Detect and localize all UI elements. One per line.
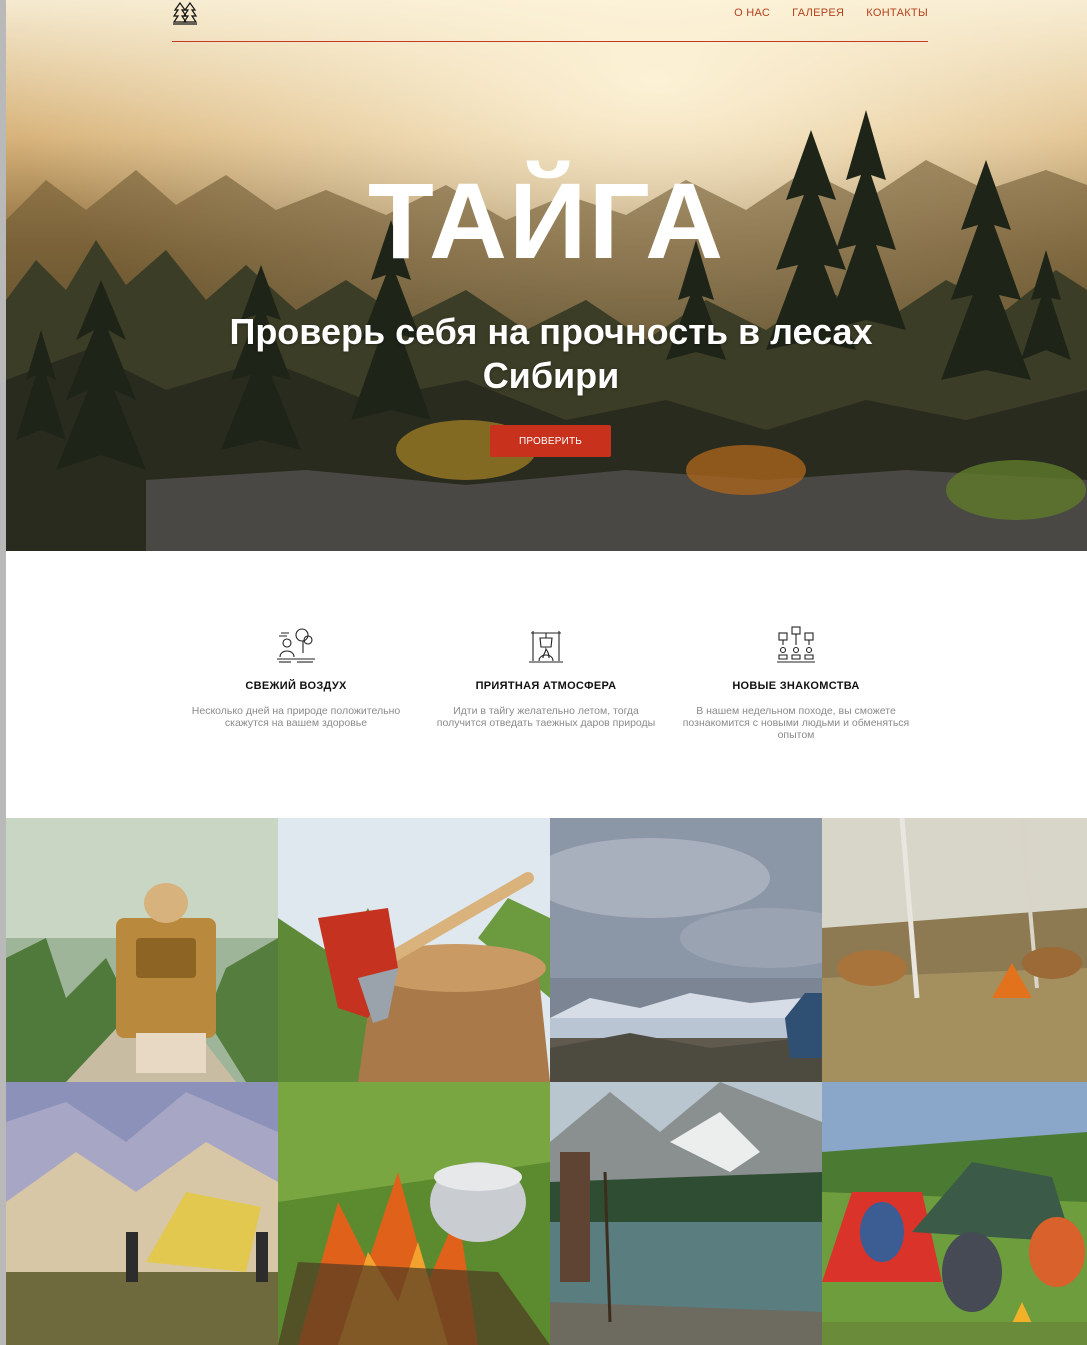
gallery-photo-hiker-lake[interactable] (550, 1082, 822, 1345)
feature-new-friends: НОВЫЕ ЗНАКОМСТВА В нашем недельном поход… (681, 625, 911, 741)
hero-subtitle: Проверь себя на прочность в лесах Сибири (229, 311, 873, 396)
nav-link-gallery[interactable]: ГАЛЕРЕЯ (792, 7, 844, 19)
person-under-tree-icon (277, 628, 315, 663)
features-section: СВЕЖИЙ ВОЗДУХ Несколько дней на природе … (6, 551, 1087, 818)
feature-fresh-air: СВЕЖИЙ ВОЗДУХ Несколько дней на природе … (181, 625, 411, 729)
hero-title: ТАЙГА (367, 160, 726, 281)
photo-gallery (6, 818, 1087, 1345)
feature-title: НОВЫЕ ЗНАКОМСТВА (732, 680, 860, 692)
feature-text: Несколько дней на природе положительно с… (191, 705, 401, 729)
feature-title: СВЕЖИЙ ВОЗДУХ (245, 680, 347, 692)
gallery-photo-hiker[interactable] (6, 818, 278, 1082)
feature-title: ПРИЯТНАЯ АТМОСФЕРА (475, 680, 617, 692)
gallery-photo-axe[interactable] (278, 818, 550, 1082)
check-button[interactable]: ПРОВЕРИТЬ (490, 425, 611, 457)
feature-text: В нашем недельном походе, вы сможете поз… (682, 705, 910, 741)
gallery-photo-tent-setup[interactable] (6, 1082, 278, 1345)
gallery-photo-campfire[interactable] (278, 1082, 550, 1345)
hero-section: О НАС ГАЛЕРЕЯ КОНТАКТЫ ТАЙГА Проверь себ… (6, 0, 1087, 551)
gallery-photo-horses[interactable] (822, 818, 1087, 1082)
pine-trees-icon[interactable] (172, 0, 198, 26)
main-nav: О НАС ГАЛЕРЕЯ КОНТАКТЫ (734, 7, 928, 19)
people-network-icon (777, 626, 815, 663)
gallery-photo-mountain-lake[interactable] (550, 818, 822, 1082)
nav-link-contacts[interactable]: КОНТАКТЫ (866, 7, 928, 19)
feature-text: Идти в тайгу желательно летом, тогда пол… (436, 705, 656, 729)
campfire-cooking-icon (529, 631, 563, 663)
feature-atmosphere: ПРИЯТНАЯ АТМОСФЕРА Идти в тайгу желатель… (431, 625, 661, 729)
nav-divider (172, 41, 928, 42)
gallery-photo-campers[interactable] (822, 1082, 1087, 1345)
nav-link-about[interactable]: О НАС (734, 7, 770, 19)
